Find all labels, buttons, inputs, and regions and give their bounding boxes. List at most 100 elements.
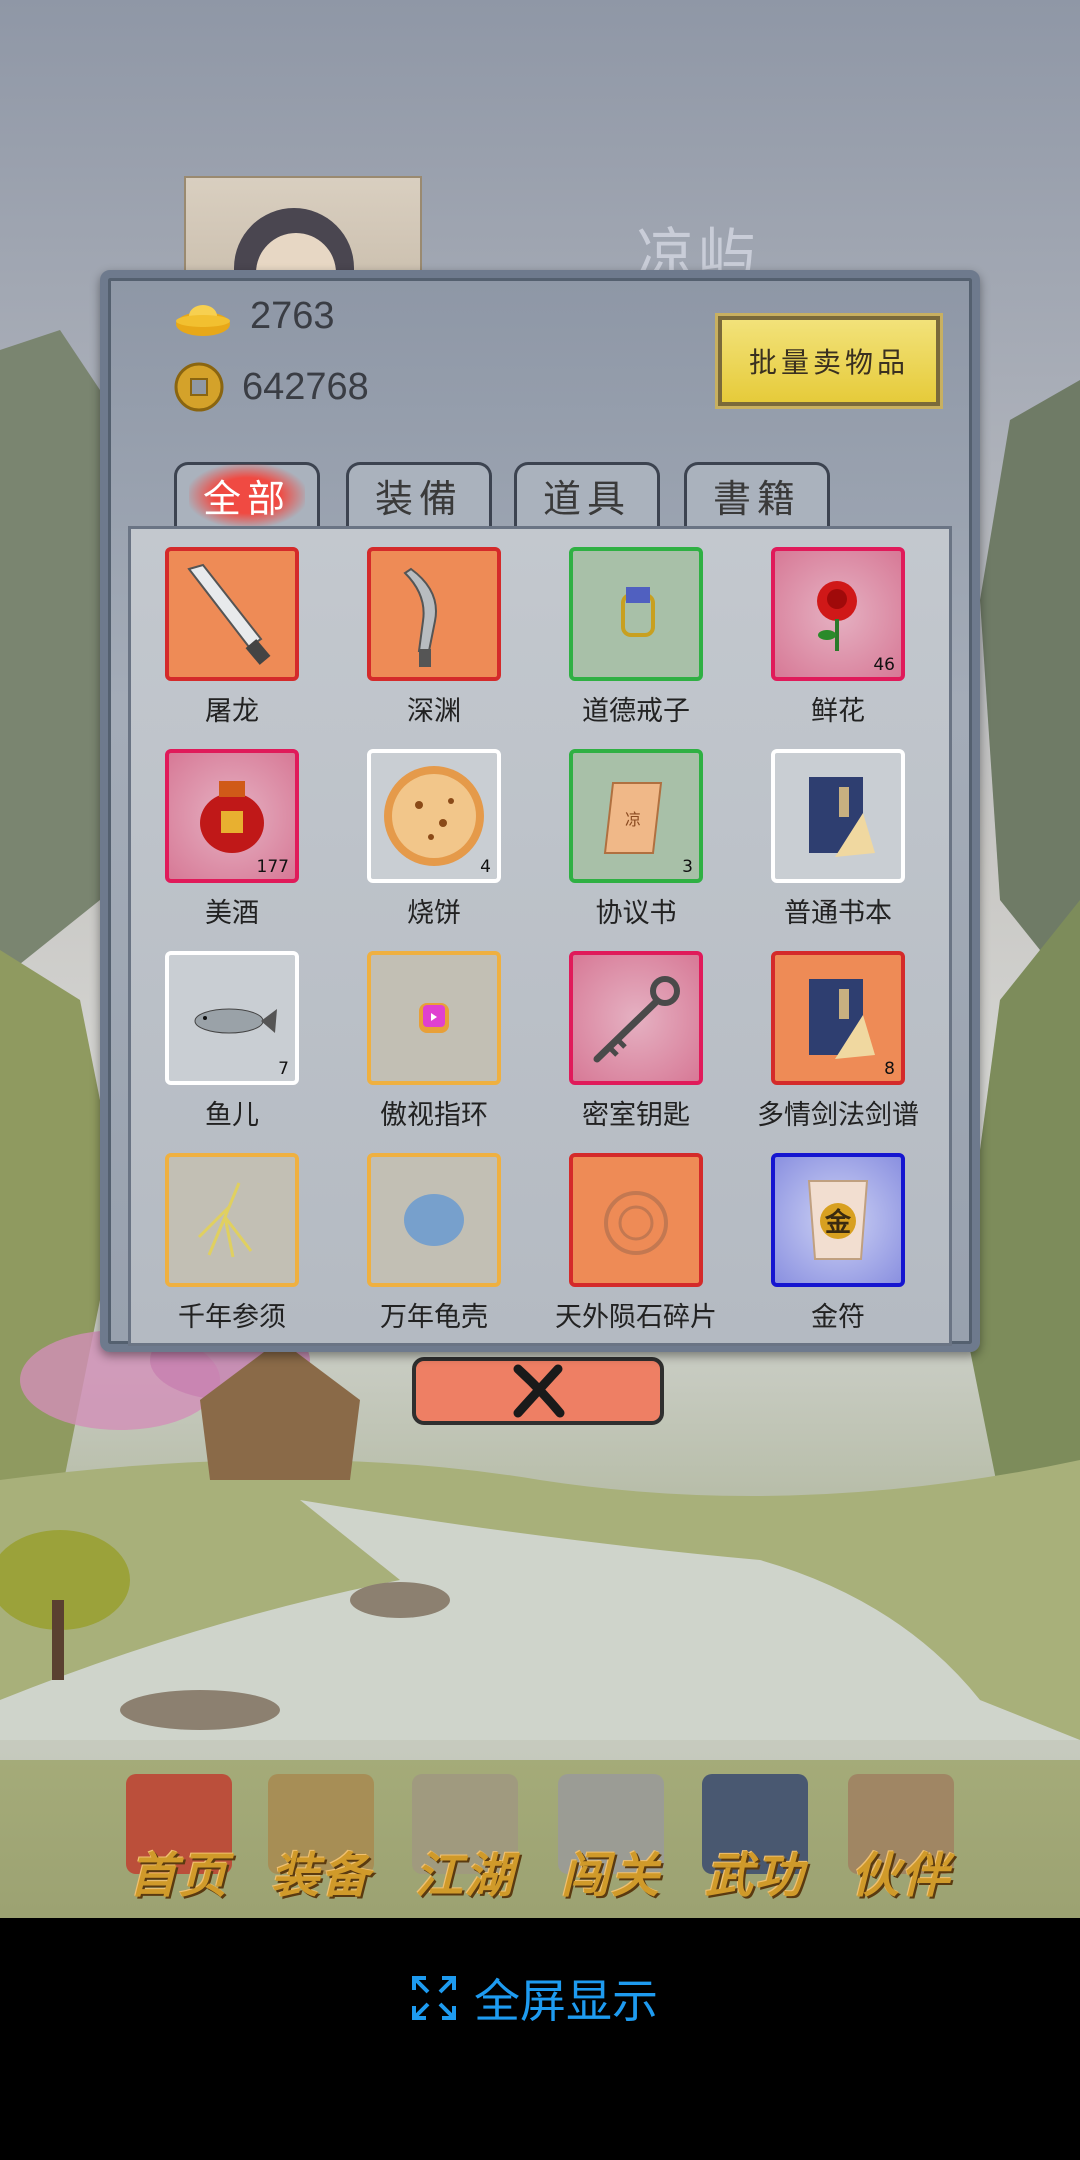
item-name: 万年龟壳 — [380, 1302, 488, 1333]
item-name: 美酒 — [205, 898, 259, 929]
item-slot[interactable]: 傲视指环 — [333, 951, 535, 1132]
tab-props[interactable]: 道具 — [514, 462, 660, 526]
item-frame — [367, 1153, 501, 1287]
item-frame: 177 — [165, 749, 299, 883]
item-slot[interactable]: 密室钥匙 — [535, 951, 737, 1132]
gold-ingot-value: 2763 — [250, 294, 335, 337]
item-slot[interactable]: 千年参须 — [131, 1153, 333, 1334]
key-icon — [593, 976, 680, 1063]
scroll-char: 凉 — [625, 810, 641, 829]
item-name: 密室钥匙 — [582, 1100, 690, 1131]
item-qty: 46 — [873, 655, 895, 675]
flatbread-icon — [384, 766, 484, 866]
item-frame: 金 — [771, 1153, 905, 1287]
item-name: 多情剑法剑谱 — [757, 1100, 919, 1131]
item-frame — [165, 547, 299, 681]
bulk-sell-button[interactable]: 批量卖物品 — [715, 313, 943, 409]
item-frame — [569, 547, 703, 681]
nav-equipment[interactable]: 装备 — [246, 1764, 396, 1914]
item-frame: 8 — [771, 951, 905, 1085]
meteorite-icon — [604, 1191, 668, 1255]
item-frame: 7 — [165, 951, 299, 1085]
item-slot[interactable]: 道德戒子 — [535, 547, 737, 728]
item-name: 千年参须 — [178, 1302, 286, 1333]
tab-equipment[interactable]: 装備 — [346, 462, 492, 526]
tab-books-label: 書籍 — [712, 477, 801, 521]
item-slot[interactable]: 金 金符 — [737, 1153, 939, 1334]
item-qty: 177 — [256, 857, 289, 877]
scroll-paper-icon: 凉 — [603, 782, 663, 854]
item-slot[interactable]: 深渊 — [333, 547, 535, 728]
item-slot[interactable]: 万年龟壳 — [333, 1153, 535, 1334]
gold-talisman-icon: 金 — [807, 1180, 869, 1260]
item-name: 协议书 — [595, 898, 677, 929]
item-name: 深渊 — [407, 696, 461, 727]
nav-jianghu-label: 江湖 — [414, 1848, 515, 1904]
turtle-shell-icon — [404, 1194, 464, 1246]
item-slot[interactable]: 177 美酒 — [131, 749, 333, 930]
nav-jianghu[interactable]: 江湖 — [390, 1764, 540, 1914]
gem-ring-icon — [419, 1003, 449, 1033]
item-slot[interactable]: 4 烧饼 — [333, 749, 535, 930]
nav-companions[interactable]: 伙伴 — [826, 1764, 976, 1914]
item-slot[interactable]: 7 鱼儿 — [131, 951, 333, 1132]
tab-all-label: 全部 — [188, 464, 305, 527]
nav-home[interactable]: 首页 — [104, 1764, 254, 1914]
tab-books[interactable]: 書籍 — [684, 462, 830, 526]
item-name: 鲜花 — [811, 696, 865, 727]
item-name: 天外陨石碎片 — [555, 1302, 717, 1333]
copper-coin-row: 642768 — [174, 362, 369, 412]
item-frame — [569, 951, 703, 1085]
book-icon — [809, 777, 875, 857]
copper-coin-value: 642768 — [242, 365, 369, 408]
item-name: 普通书本 — [784, 898, 892, 929]
item-name: 烧饼 — [407, 898, 461, 929]
copper-coin-icon — [174, 362, 224, 412]
item-name: 道德戒子 — [582, 696, 690, 727]
nav-home-label: 首页 — [128, 1848, 229, 1904]
nav-martial-arts[interactable]: 武功 — [680, 1764, 830, 1914]
close-button[interactable] — [412, 1357, 664, 1425]
nav-challenge[interactable]: 闯关 — [536, 1764, 686, 1914]
item-frame — [367, 951, 501, 1085]
inventory-panel: 2763 642768 批量卖物品 全部 装備 道具 書籍 屠龙 深渊 道德戒子… — [100, 270, 980, 1352]
curved-blade-icon — [403, 567, 437, 667]
ginseng-icon — [197, 1182, 253, 1258]
gold-ingot-icon — [176, 305, 230, 336]
talisman-char: 金 — [824, 1207, 852, 1238]
item-slot[interactable]: 普通书本 — [737, 749, 939, 930]
bulk-sell-label: 批量卖物品 — [748, 346, 909, 379]
close-icon — [513, 1364, 565, 1418]
item-qty: 4 — [480, 857, 491, 877]
item-slot[interactable]: 46 鲜花 — [737, 547, 939, 728]
item-slot[interactable]: 天外陨石碎片 — [535, 1153, 737, 1334]
item-frame — [569, 1153, 703, 1287]
item-name: 屠龙 — [205, 696, 259, 727]
nav-challenge-label: 闯关 — [560, 1848, 661, 1904]
item-slot[interactable]: 8 多情剑法剑谱 — [737, 951, 939, 1132]
broadsword-icon — [187, 563, 271, 665]
item-frame: 4 — [367, 749, 501, 883]
tab-equipment-label: 装備 — [374, 477, 463, 521]
item-slot[interactable]: 凉 3 协议书 — [535, 749, 737, 930]
item-name: 鱼儿 — [205, 1100, 259, 1131]
item-name: 金符 — [811, 1302, 865, 1333]
bottom-nav: 首页 装备 江湖 闯关 武功 伙伴 — [0, 1740, 1080, 1918]
item-slot[interactable]: 屠龙 — [131, 547, 333, 728]
tab-all[interactable]: 全部 — [174, 462, 320, 527]
fullscreen-button[interactable]: 全屏显示 — [412, 1948, 658, 2048]
item-frame: 凉 3 — [569, 749, 703, 883]
footer-bar: 全屏显示 — [0, 1918, 1080, 2160]
item-frame — [771, 749, 905, 883]
item-qty: 8 — [884, 1059, 895, 1079]
manual-book-icon — [809, 979, 875, 1059]
item-frame — [165, 1153, 299, 1287]
item-qty: 7 — [278, 1059, 289, 1079]
item-frame: 46 — [771, 547, 905, 681]
nav-companions-label: 伙伴 — [850, 1848, 951, 1904]
fish-icon — [194, 1008, 277, 1034]
nav-martial-arts-label: 武功 — [704, 1848, 805, 1904]
ring-icon — [621, 587, 655, 637]
fullscreen-label: 全屏显示 — [474, 1974, 658, 2028]
tab-props-label: 道具 — [542, 477, 631, 521]
